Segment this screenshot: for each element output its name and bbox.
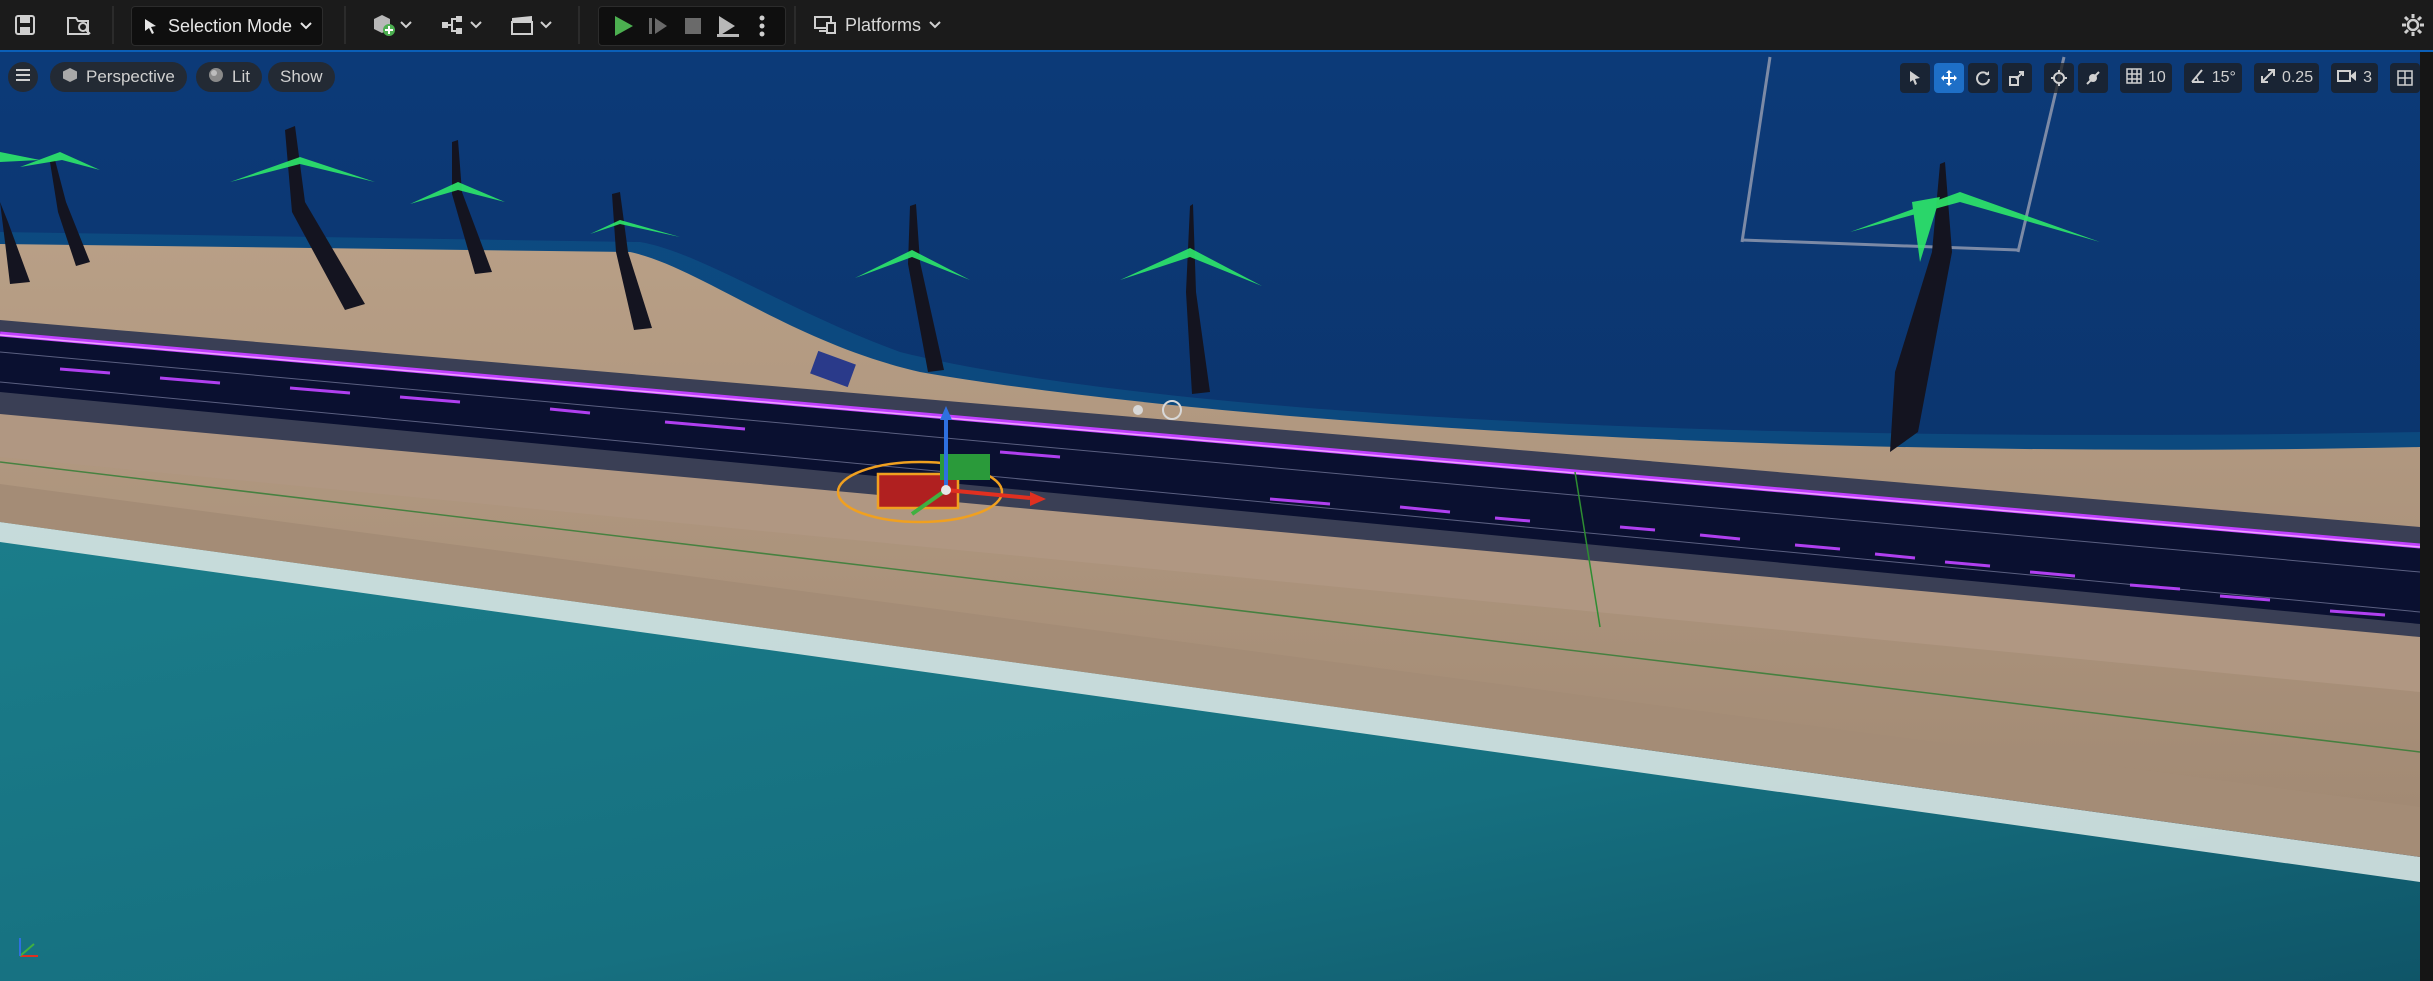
platforms-label: Platforms — [844, 14, 922, 35]
play-icon[interactable] — [611, 14, 635, 38]
level-viewport[interactable]: Perspective Lit Show 10 15° 0.25 3 — [0, 52, 2420, 981]
platforms-icon — [813, 15, 837, 35]
chevron-down-icon — [929, 21, 941, 29]
grid-snap-button[interactable]: 10 — [2119, 63, 2172, 93]
surface-snap-icon[interactable] — [2077, 63, 2108, 93]
platforms-button[interactable]: Platforms — [812, 6, 942, 44]
add-actor-icon — [370, 13, 396, 37]
lit-button[interactable]: Lit — [196, 62, 262, 92]
select-tool-icon[interactable] — [1899, 63, 1930, 93]
hamburger-icon — [15, 67, 31, 87]
grid-snap-value: 10 — [2147, 69, 2166, 86]
viewport-tools: 10 15° 0.25 3 — [1899, 62, 2420, 94]
selection-mode-icon — [142, 17, 160, 35]
blueprint-icon — [440, 14, 466, 36]
layout-icon[interactable] — [2390, 63, 2420, 93]
lit-sphere-icon — [208, 67, 224, 88]
viewport-menu-button[interactable] — [8, 62, 38, 92]
add-actor-button[interactable] — [366, 6, 416, 44]
rotation-snap-value: 15° — [2211, 69, 2236, 86]
axis-indicator-icon — [12, 930, 46, 969]
translate-tool-icon[interactable] — [1933, 63, 1964, 93]
scene-render — [0, 52, 2420, 981]
cinematics-icon — [510, 14, 536, 36]
chevron-down-icon — [400, 21, 412, 29]
step-icon[interactable] — [647, 15, 669, 37]
point-actor — [1133, 405, 1143, 415]
lit-label: Lit — [232, 67, 250, 86]
viewport-right-border — [2420, 52, 2433, 981]
world-local-icon[interactable] — [2043, 63, 2074, 93]
selection-mode-label: Selection Mode — [167, 15, 293, 36]
save-icon[interactable] — [10, 6, 40, 44]
scale-snap-value: 0.25 — [2281, 69, 2314, 86]
camera-speed-button[interactable]: 3 — [2331, 63, 2378, 93]
settings-icon[interactable] — [2398, 6, 2428, 44]
camera-speed-value: 3 — [2363, 69, 2372, 86]
show-button[interactable]: Show — [268, 62, 335, 92]
rotate-tool-icon[interactable] — [1967, 63, 1998, 93]
rotation-snap-button[interactable]: 15° — [2183, 63, 2242, 93]
eject-icon[interactable] — [715, 14, 741, 38]
grid-icon — [2126, 67, 2142, 89]
chevron-down-icon — [540, 21, 552, 29]
cinematics-button[interactable] — [506, 6, 556, 44]
play-controls — [598, 6, 786, 46]
scale-snap-icon — [2260, 68, 2276, 89]
stop-icon[interactable] — [683, 16, 703, 36]
more-options-icon[interactable] — [757, 14, 767, 38]
blueprint-button[interactable] — [436, 6, 486, 44]
scale-snap-button[interactable]: 0.25 — [2253, 63, 2320, 93]
content-browser-icon[interactable] — [62, 6, 96, 44]
chevron-down-icon — [470, 21, 482, 29]
perspective-button[interactable]: Perspective — [50, 62, 187, 92]
camera-speed-icon — [2337, 68, 2357, 89]
angle-icon — [2190, 68, 2206, 89]
scale-tool-icon[interactable] — [2001, 63, 2032, 93]
perspective-label: Perspective — [86, 67, 175, 86]
perspective-cube-icon — [62, 67, 78, 88]
main-toolbar: Selection Mode Platforms — [0, 0, 2433, 52]
show-label: Show — [280, 67, 323, 86]
selection-mode-button[interactable]: Selection Mode — [131, 6, 323, 46]
chevron-down-icon — [300, 22, 312, 30]
